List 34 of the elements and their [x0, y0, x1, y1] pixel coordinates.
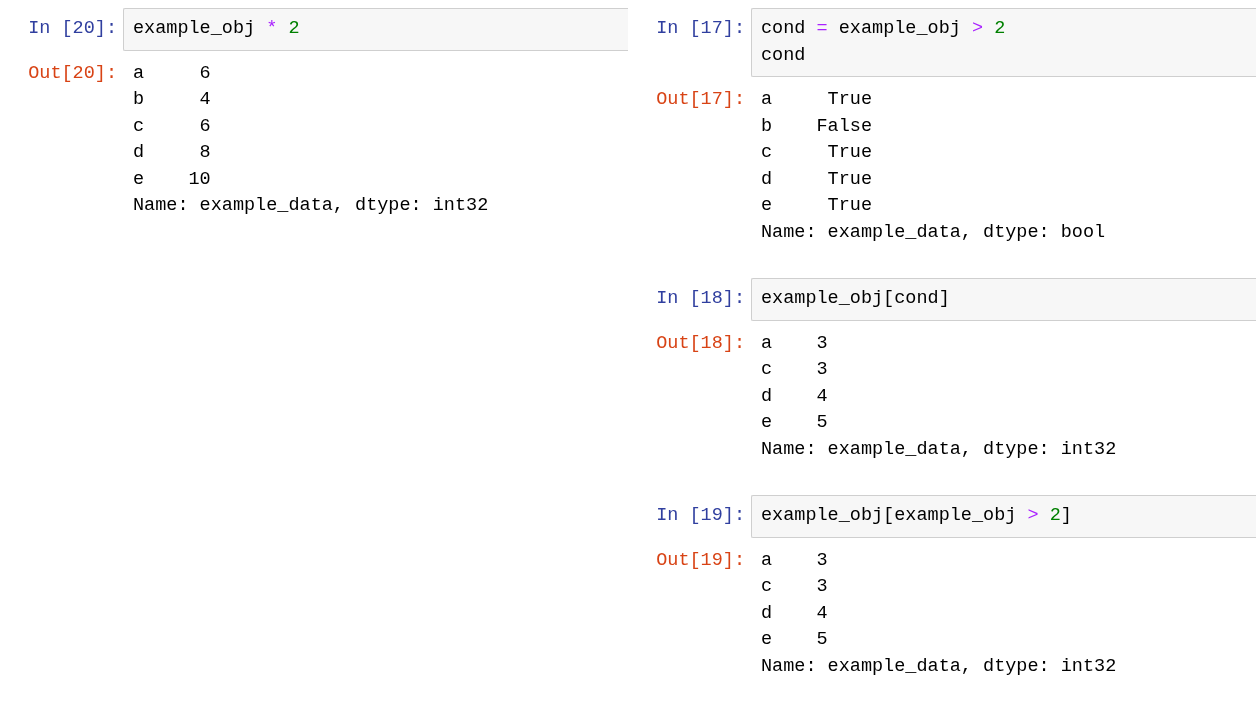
output-line: d True [761, 167, 874, 192]
output-line: c 3 [761, 358, 829, 382]
output-line: b False [761, 114, 874, 139]
output-line: b 4 [133, 88, 212, 112]
output-line: d 4 [761, 384, 829, 409]
code-input[interactable]: cond = example_obj > 2 cond [751, 8, 1256, 77]
output-line: c 6 [133, 114, 212, 139]
output-line: d 8 [133, 141, 212, 165]
code-input[interactable]: example_obj * 2 [123, 8, 628, 51]
output-line: e 5 [761, 411, 829, 435]
input-prompt: In [18]: [655, 287, 746, 311]
output-line: Name: example_data, dtype: int32 [761, 437, 1117, 462]
output-prompt: Out[17]: [655, 88, 746, 112]
output-line: c 3 [761, 575, 829, 599]
code-input[interactable]: example_obj[cond] [751, 278, 1256, 321]
output-line: d 4 [761, 601, 829, 626]
output-line: Name: example_data, dtype: bool [761, 220, 1106, 245]
output-line: e 10 [133, 167, 212, 192]
output-line: e 5 [761, 628, 829, 652]
input-prompt: In [19]: [655, 504, 746, 528]
output-line: a 3 [761, 331, 829, 356]
code-input[interactable]: example_obj[example_obj > 2] [751, 495, 1256, 538]
output-prompt: Out[18]: [655, 331, 746, 356]
output-line: a 6 [133, 61, 212, 86]
output-line: a True [761, 88, 874, 112]
output-line: Name: example_data, dtype: int32 [133, 194, 489, 218]
output-prompt: Out[19]: [655, 548, 746, 573]
output-line: Name: example_data, dtype: int32 [761, 654, 1117, 679]
output-line: c True [761, 141, 874, 165]
output-line: a 3 [761, 548, 829, 573]
output-prompt: Out[20]: [27, 61, 118, 86]
input-prompt: In [17]: [655, 17, 746, 41]
input-prompt: In [20]: [27, 17, 118, 41]
output-line: e True [761, 194, 874, 218]
